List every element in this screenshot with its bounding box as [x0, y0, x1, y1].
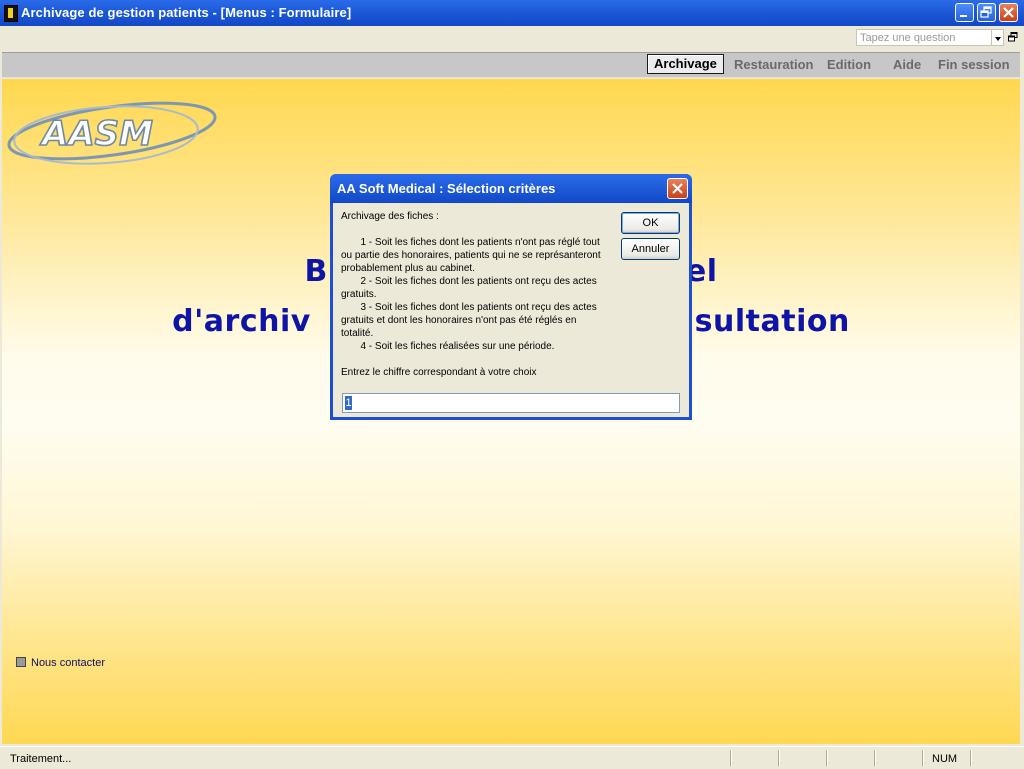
aasm-logo: AASM	[7, 101, 217, 165]
welcome-line-2-right: nsultation	[672, 304, 850, 339]
ok-button[interactable]: OK	[621, 212, 680, 234]
window-right-edge	[1020, 52, 1024, 746]
document-restore-icon[interactable]	[1008, 32, 1018, 42]
svg-text:AASM: AASM	[39, 114, 153, 154]
dialog-message: Archivage des fiches : 1 - Soit les fich…	[341, 211, 601, 378]
dialog-title: AA Soft Medical : Sélection critères	[337, 181, 556, 196]
app-icon[interactable]	[4, 5, 18, 22]
status-separator	[778, 750, 779, 766]
num-lock-indicator: NUM	[932, 753, 958, 765]
contact-label: Nous contacter	[31, 657, 105, 669]
status-separator	[922, 750, 923, 766]
restore-button[interactable]	[977, 3, 996, 22]
ask-question-dropdown[interactable]	[992, 29, 1004, 46]
status-separator	[970, 750, 971, 766]
contact-link[interactable]: Nous contacter	[16, 657, 105, 669]
status-bar: Traitement... NUM	[0, 746, 1024, 769]
dialog-titlebar[interactable]: AA Soft Medical : Sélection critères	[330, 174, 692, 203]
menu-bar: Archivage Restauration Edition Aide Fin …	[2, 52, 1020, 78]
status-separator	[826, 750, 827, 766]
menu-restauration[interactable]: Restauration	[734, 57, 813, 72]
dialog-close-button[interactable]	[667, 178, 688, 199]
menu-fin-session[interactable]: Fin session	[938, 57, 1010, 72]
welcome-line-2-left: d'archiv	[172, 304, 311, 339]
cancel-button[interactable]: Annuler	[621, 238, 680, 260]
status-separator	[730, 750, 731, 766]
window-title: Archivage de gestion patients - [Menus :…	[21, 5, 352, 20]
status-text: Traitement...	[10, 753, 72, 765]
selection-criteria-dialog: AA Soft Medical : Sélection critères Arc…	[330, 174, 692, 420]
menu-archivage[interactable]: Archivage	[647, 54, 724, 74]
restore-icon	[980, 6, 992, 18]
status-separator	[874, 750, 875, 766]
minimize-icon	[960, 15, 967, 17]
close-icon	[672, 183, 683, 194]
contact-checkbox-icon	[16, 657, 26, 667]
welcome-line-1-left: B	[304, 254, 328, 289]
ask-question-input[interactable]: Tapez une question	[856, 29, 992, 46]
menu-aide[interactable]: Aide	[893, 57, 921, 72]
choice-input-value: 1	[345, 396, 352, 410]
dialog-body: Archivage des fiches : 1 - Soit les fich…	[333, 203, 689, 417]
window-titlebar[interactable]: Archivage de gestion patients - [Menus :…	[0, 0, 1024, 26]
close-icon	[1003, 7, 1014, 18]
ask-question-bar: Tapez une question	[0, 26, 1024, 50]
choice-input[interactable]: 1	[342, 393, 680, 413]
close-button[interactable]	[999, 3, 1018, 22]
minimize-button[interactable]	[955, 3, 974, 22]
menu-edition[interactable]: Edition	[827, 57, 871, 72]
